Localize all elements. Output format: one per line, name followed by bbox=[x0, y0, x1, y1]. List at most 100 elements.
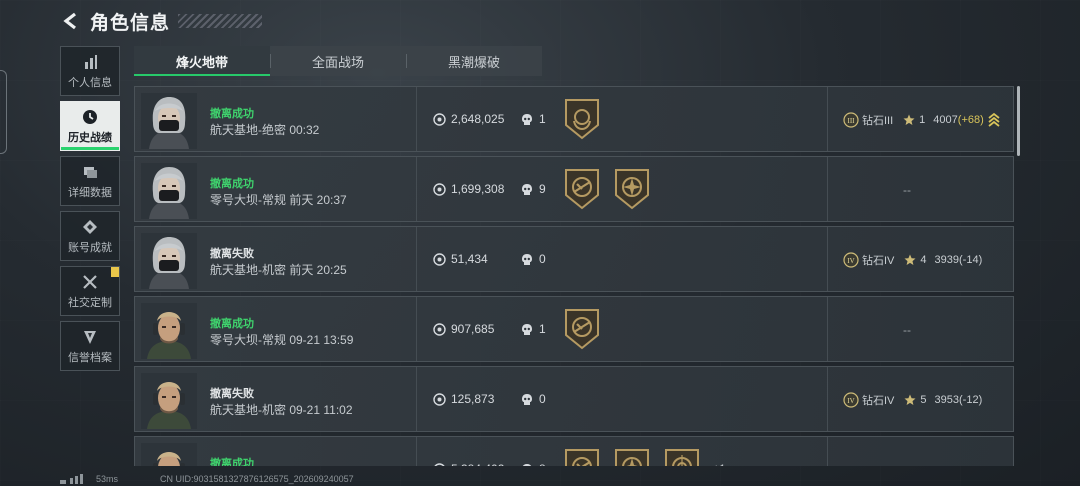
tab-0[interactable]: 烽火地带 bbox=[134, 46, 270, 76]
rifle-medal-icon bbox=[565, 449, 599, 466]
column-divider bbox=[827, 227, 828, 291]
rank-emblem-icon: IV bbox=[843, 252, 859, 268]
match-row[interactable]: 撤离成功 零号大坝-常规 09-21 13:59 907,685 1 -- bbox=[134, 296, 1014, 362]
no-rank-placeholder: -- bbox=[903, 183, 911, 197]
match-row[interactable]: 撤离失败 航天基地-机密 09-21 11:02 125,873 0 IV 钻石IV 5 39… bbox=[134, 366, 1014, 432]
signal-icon bbox=[60, 474, 83, 484]
match-row[interactable]: 撤离成功 零号大坝-常规 前天 20:37 1,699,308 9 -- bbox=[134, 156, 1014, 222]
kill-count: 8 bbox=[521, 462, 546, 466]
loot-value: 2,648,025 bbox=[433, 112, 504, 126]
currency-icon bbox=[433, 252, 446, 266]
rank-score: 3953 bbox=[934, 394, 960, 406]
side-edge-handle bbox=[0, 70, 7, 154]
nav-item-5[interactable]: 信誉档案 bbox=[60, 321, 120, 371]
tab-2[interactable]: 黑潮爆破 bbox=[406, 46, 542, 76]
extra-medal-count: +1 bbox=[713, 463, 726, 466]
rank-delta: (+68) bbox=[957, 114, 984, 126]
nav-item-0[interactable]: 个人信息 bbox=[60, 46, 120, 96]
kill-count: 9 bbox=[521, 182, 546, 196]
operator-avatar bbox=[141, 373, 197, 429]
column-divider bbox=[416, 297, 417, 361]
nav-item-3[interactable]: 账号成就 bbox=[60, 211, 120, 261]
clock-icon bbox=[81, 108, 99, 126]
mode-tabs: 烽火地带 全面战场 黑潮爆破 bbox=[134, 46, 542, 76]
latency-text: 53ms bbox=[96, 474, 119, 484]
skull-icon bbox=[522, 183, 532, 195]
kill-count: 0 bbox=[521, 392, 546, 406]
rank-name: 钻石IV bbox=[862, 395, 895, 407]
match-row[interactable]: 撤离成功 航天基地-绝密 00:32 2,648,025 1 III 钻石III 1 4007… bbox=[134, 86, 1014, 152]
nav-item-2[interactable]: 详细数据 bbox=[60, 156, 120, 206]
currency-icon bbox=[433, 322, 446, 336]
operator-avatar bbox=[141, 93, 197, 149]
kill-count-text: 1 bbox=[539, 322, 546, 336]
page-header: 角色信息 bbox=[60, 8, 263, 34]
kill-count-text: 0 bbox=[539, 252, 546, 266]
kill-count: 1 bbox=[521, 322, 546, 336]
column-divider bbox=[827, 87, 828, 151]
map-and-time: 航天基地-机密 前天 20:25 bbox=[210, 263, 347, 277]
notice-badge bbox=[111, 267, 119, 277]
rifle-medal-icon bbox=[565, 169, 599, 210]
match-history-list: 撤离成功 航天基地-绝密 00:32 2,648,025 1 III 钻石III 1 4007… bbox=[134, 86, 1014, 466]
loot-value: 51,434 bbox=[433, 252, 488, 266]
promotion-chevron-icon bbox=[988, 112, 1000, 127]
match-row[interactable]: 撤离成功 5,384,402 8 +1 bbox=[134, 436, 1014, 466]
currency-icon bbox=[434, 462, 445, 466]
map-and-time: 航天基地-绝密 00:32 bbox=[210, 123, 320, 137]
column-divider bbox=[416, 87, 417, 151]
extraction-result: 撤离成功 bbox=[210, 458, 254, 466]
title-decoration bbox=[178, 14, 263, 28]
star-count: 1 bbox=[919, 114, 926, 126]
loot-value: 907,685 bbox=[433, 322, 494, 336]
rank-emblem-icon: IV bbox=[843, 392, 859, 408]
skull-icon bbox=[522, 393, 532, 405]
back-arrow-icon[interactable] bbox=[60, 10, 82, 32]
star-icon bbox=[904, 254, 916, 265]
map-and-time: 航天基地-机密 09-21 11:02 bbox=[210, 403, 353, 417]
burst-medal-icon bbox=[615, 449, 649, 466]
page-title: 角色信息 bbox=[90, 12, 171, 34]
extraction-result: 撤离失败 bbox=[210, 248, 254, 260]
loot-value-text: 907,685 bbox=[451, 322, 495, 336]
medal-list: +1 bbox=[563, 447, 726, 466]
star-icon bbox=[903, 114, 915, 125]
stack-icon bbox=[81, 163, 99, 181]
column-divider bbox=[416, 437, 417, 466]
column-divider bbox=[416, 227, 417, 291]
kill-count: 1 bbox=[521, 112, 546, 126]
nav-label: 历史战绩 bbox=[68, 131, 112, 144]
column-divider bbox=[827, 157, 828, 221]
currency-icon bbox=[433, 182, 446, 196]
tab-1[interactable]: 全面战场 bbox=[270, 46, 406, 76]
extraction-result: 撤离成功 bbox=[210, 178, 254, 190]
match-row[interactable]: 撤离失败 航天基地-机密 前天 20:25 51,434 0 IV 钻石IV 4 3939 (-… bbox=[134, 226, 1014, 292]
laurel-medal-icon bbox=[565, 99, 599, 140]
column-divider bbox=[416, 367, 417, 431]
uid-text: CN UID:9031581327876126575_202609240057 bbox=[160, 474, 354, 484]
list-scrollbar[interactable] bbox=[1017, 86, 1020, 156]
operator-avatar bbox=[141, 443, 197, 466]
skull-icon bbox=[522, 463, 532, 466]
operator-avatar bbox=[141, 233, 197, 289]
column-divider bbox=[827, 437, 828, 466]
loot-value-text: 1,699,308 bbox=[451, 182, 505, 196]
loot-value-text: 5,384,402 bbox=[451, 462, 504, 466]
nav-item-4[interactable]: 社交定制 bbox=[60, 266, 120, 316]
operator-avatar bbox=[141, 163, 197, 219]
rank-numeral: IV bbox=[847, 257, 854, 265]
loot-value: 5,384,402 bbox=[433, 462, 504, 466]
operator-avatar bbox=[141, 303, 197, 359]
rank-info: III 钻石III 1 4007 (+68) bbox=[843, 112, 1000, 128]
rank-info: IV 钻石IV 5 3953 (-12) bbox=[843, 392, 982, 408]
side-nav: 个人信息历史战绩详细数据 账号成就 社交定制 信誉档案 bbox=[60, 46, 120, 376]
skull-icon bbox=[522, 253, 532, 265]
column-divider bbox=[416, 157, 417, 221]
column-divider bbox=[827, 297, 828, 361]
star-count: 5 bbox=[920, 394, 927, 406]
map-and-time: 零号大坝-常规 09-21 13:59 bbox=[210, 333, 354, 347]
nav-item-1[interactable]: 历史战绩 bbox=[60, 101, 120, 151]
rank-info: IV 钻石IV 4 3939 (-14) bbox=[843, 252, 982, 268]
kill-count-text: 8 bbox=[539, 462, 546, 466]
star-count: 4 bbox=[920, 254, 927, 266]
